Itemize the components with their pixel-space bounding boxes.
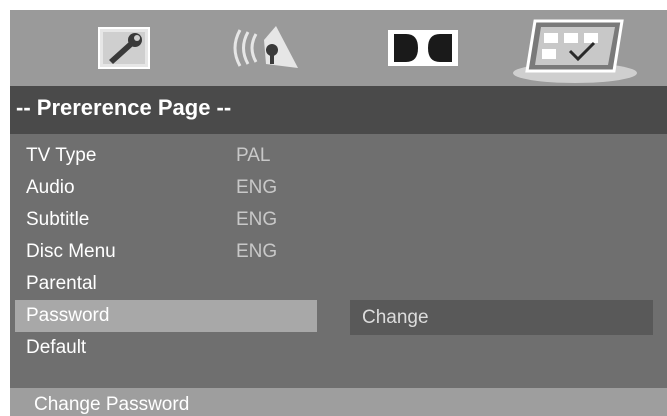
menu-item-value: ENG bbox=[236, 241, 278, 262]
status-text: Change Password bbox=[34, 394, 190, 415]
menu-item-disc-menu[interactable]: Disc Menu ENG bbox=[15, 236, 317, 268]
menu-item-value: PAL bbox=[236, 145, 271, 166]
option-label: Change bbox=[362, 307, 429, 328]
menu-item-label: Password bbox=[26, 305, 110, 326]
menu-item-label: Parental bbox=[26, 273, 97, 294]
tab-dolby-setup[interactable] bbox=[348, 10, 498, 86]
audio-setup-icon bbox=[233, 26, 298, 68]
menu-item-parental[interactable]: Parental bbox=[15, 268, 317, 300]
status-bar: Change Password bbox=[10, 388, 667, 416]
tab-general-setup[interactable] bbox=[50, 10, 200, 86]
menu-item-label: Disc Menu bbox=[26, 241, 116, 262]
tab-audio-setup[interactable] bbox=[190, 10, 340, 86]
dolby-digital-icon bbox=[388, 30, 458, 66]
menu-item-label: Subtitle bbox=[26, 209, 90, 230]
tab-preference-setup[interactable] bbox=[500, 10, 650, 86]
osd-screen: -- Prererence Page -- TV Type PAL Audio … bbox=[10, 10, 667, 416]
menu-item-tv-type[interactable]: TV Type PAL bbox=[15, 140, 317, 172]
menu-item-value: ENG bbox=[236, 209, 278, 230]
menu-item-label: TV Type bbox=[26, 145, 97, 166]
menu-item-label: Default bbox=[26, 337, 87, 358]
page-title-bar: -- Prererence Page -- bbox=[10, 86, 667, 134]
preference-checkbox-icon bbox=[513, 19, 637, 83]
setup-tab-bar bbox=[10, 10, 667, 86]
change-password-option[interactable]: Change bbox=[350, 300, 653, 335]
menu-item-default[interactable]: Default bbox=[15, 332, 317, 364]
menu-item-password[interactable]: Password bbox=[15, 300, 317, 332]
page-title: -- Prererence Page -- bbox=[16, 95, 232, 120]
menu-item-subtitle[interactable]: Subtitle ENG bbox=[15, 204, 317, 236]
general-setup-icon bbox=[98, 27, 150, 69]
menu-item-audio[interactable]: Audio ENG bbox=[15, 172, 317, 204]
menu-item-value: ENG bbox=[236, 177, 278, 198]
menu-item-label: Audio bbox=[26, 177, 75, 198]
